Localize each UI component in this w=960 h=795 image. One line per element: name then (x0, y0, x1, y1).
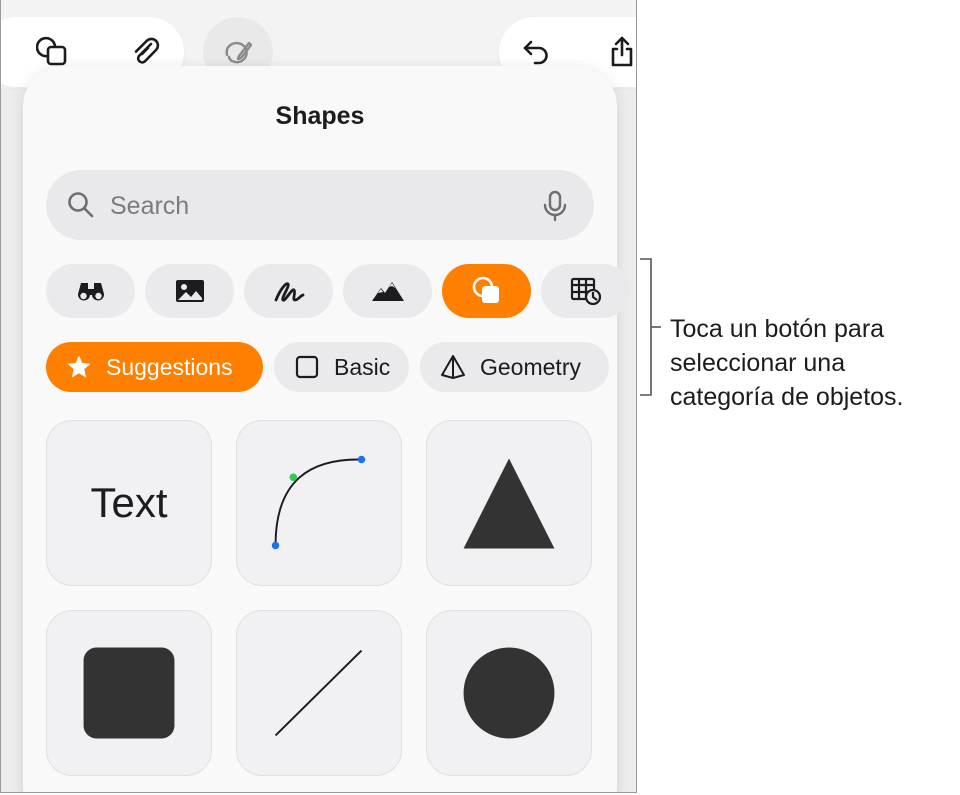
triangle-shape (463, 458, 555, 549)
shapes-panel: Shapes Search Suggestions Basic Geometry… (23, 66, 630, 792)
category-button-photos[interactable] (145, 264, 234, 318)
share-button[interactable] (595, 25, 636, 79)
shape-tile-text[interactable]: Text (46, 420, 212, 586)
shape-tile-square[interactable] (46, 610, 212, 776)
star-icon (67, 355, 91, 378)
curve-shape (271, 455, 366, 550)
shapes-icon (472, 276, 499, 303)
callout-line: seleccionar una (670, 349, 846, 377)
photo-icon (175, 280, 204, 302)
search-icon (68, 192, 94, 218)
shape-tile-triangle[interactable] (426, 420, 592, 586)
line-shape (274, 649, 363, 737)
square-outline-icon (295, 355, 319, 379)
binoculars-icon (77, 283, 104, 301)
callout-line: Toca un botón para (670, 315, 885, 343)
share-icon (611, 36, 633, 67)
chip-basic[interactable]: Basic (274, 342, 409, 392)
category-button-nature[interactable] (343, 264, 432, 318)
microphone-icon[interactable] (540, 190, 570, 222)
shape-tile-circle[interactable] (426, 610, 592, 776)
callout-bracket (640, 258, 661, 396)
category-button-drawing[interactable] (244, 264, 333, 318)
rounded-square-shape (83, 647, 175, 739)
category-button-shapes[interactable] (442, 264, 531, 318)
paperclip-icon (134, 37, 160, 64)
pyramid-icon (441, 355, 465, 379)
search-input[interactable] (108, 184, 532, 228)
circle-shape (463, 647, 555, 739)
shape-tile-line[interactable] (236, 610, 402, 776)
table-chart-icon (570, 277, 601, 306)
undo-icon (523, 40, 548, 65)
shape-tile-curve[interactable] (236, 420, 402, 586)
shapes-icon (36, 36, 67, 66)
app-screen: Shapes Search Suggestions Basic Geometry… (0, 0, 637, 793)
search-bar[interactable] (46, 170, 594, 240)
scribble-icon (274, 282, 304, 302)
category-button-search[interactable] (46, 264, 135, 318)
mountains-icon (371, 282, 404, 301)
panel-title: Shapes (275, 102, 365, 130)
chip-label: Geometry (480, 353, 581, 380)
chip-geometry[interactable]: Geometry (420, 342, 609, 392)
callout-text: Toca un botón para seleccionar una categ… (670, 312, 960, 414)
chip-label: Suggestions (106, 353, 233, 380)
category-button-tables-charts[interactable] (541, 264, 630, 318)
chip-label: Basic (334, 353, 391, 380)
tile-label: Text (90, 479, 168, 526)
callout-line: categoría de objetos. (670, 383, 904, 411)
markup-pen-icon (225, 41, 253, 64)
chip-suggestions[interactable]: Suggestions (46, 342, 263, 392)
